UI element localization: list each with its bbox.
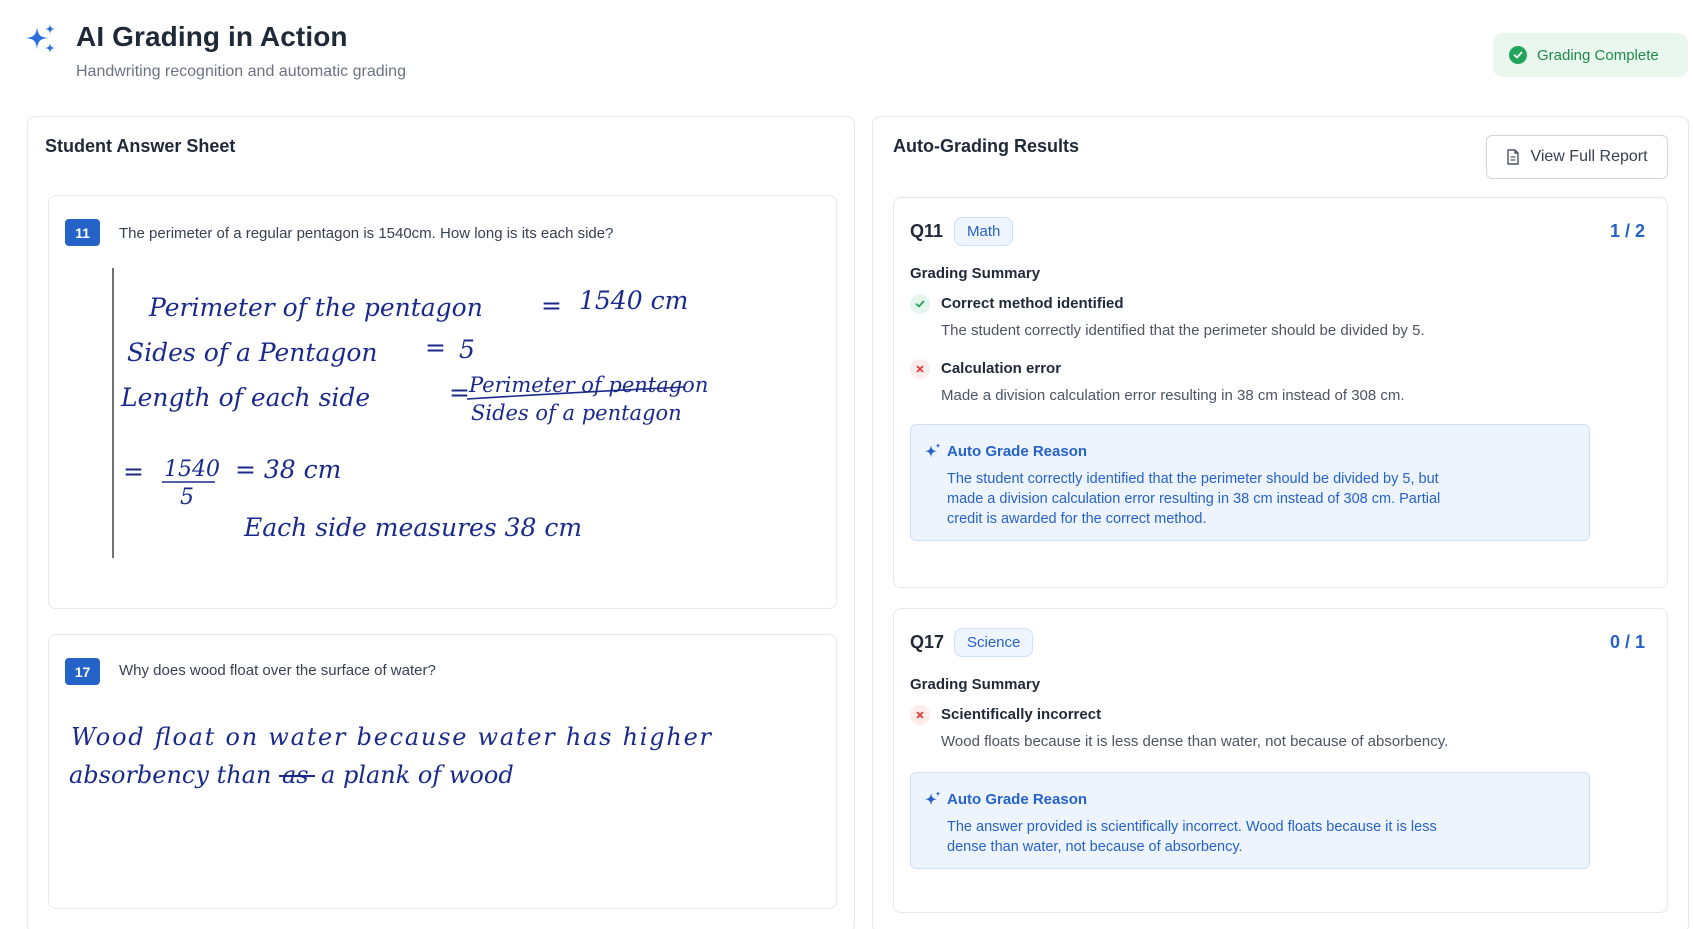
auto-grade-reason-text: The answer provided is scientifically in…: [947, 819, 1437, 855]
auto-grade-reason-box: Auto Grade Reason The student correctly …: [910, 424, 1590, 541]
answer-card-q11: 11 The perimeter of a regular pentagon i…: [48, 195, 837, 609]
hw-q17-line2-b: a plank of wood: [321, 761, 514, 789]
result-score: 0 / 1: [1609, 632, 1645, 652]
hw-line1-b: 1540 cm: [579, 286, 688, 315]
hw-line2-b: 5: [459, 335, 475, 364]
hw-calc-num: 1540: [164, 457, 220, 482]
sparkle-icon: [925, 791, 941, 806]
hw-line2-a: Sides of a Pentagon: [127, 338, 378, 367]
x-icon: [910, 705, 930, 725]
result-item-desc: The student correctly identified that th…: [941, 322, 1425, 339]
result-item-title: Correct method identified: [941, 295, 1124, 312]
hw-calc-res: = 38 cm: [235, 455, 341, 484]
result-item-desc: Wood floats because it is less dense tha…: [941, 733, 1449, 750]
result-question-id: Q11: [910, 221, 944, 241]
subject-badge: Math: [954, 217, 1014, 246]
grading-summary-label: Grading Summary: [910, 676, 1041, 693]
auto-grade-reason-title: Auto Grade Reason: [947, 791, 1088, 808]
result-card-q11: Q11 Math 1 / 2 Grading Summary Correct m…: [893, 197, 1668, 588]
page-title: AI Grading in Action: [76, 21, 348, 52]
check-icon: [910, 294, 930, 314]
view-full-report-label: View Full Report: [1530, 148, 1648, 165]
hw-q17-line1: Wood float on water because water has hi…: [71, 723, 713, 751]
result-question-id: Q17: [910, 632, 945, 652]
x-icon: [910, 359, 930, 379]
page-header: AI Grading in Action Handwriting recogni…: [0, 0, 1693, 100]
hw-line3-eq: =: [449, 378, 470, 407]
hw-frac-den: Sides of a pentagon: [471, 401, 682, 425]
status-text: Grading Complete: [1537, 46, 1659, 64]
view-full-report-button[interactable]: View Full Report: [1486, 135, 1668, 179]
student-answer-sheet-panel: Student Answer Sheet 11 The perimeter of…: [27, 116, 855, 929]
hw-line3-a: Length of each side: [120, 383, 370, 412]
check-circle-icon: [1509, 46, 1527, 64]
auto-grading-results-panel: Auto-Grading Results View Full Report Q1…: [872, 116, 1689, 929]
result-item-desc: Made a division calculation error result…: [941, 387, 1405, 404]
hw-calc-den: 5: [180, 485, 194, 510]
panel-title-results: Auto-Grading Results: [893, 136, 1080, 156]
subject-badge: Science: [954, 628, 1034, 657]
answer-card-q17: 17 Why does wood float over the surface …: [48, 634, 837, 909]
result-item-title: Scientifically incorrect: [941, 706, 1102, 723]
grading-summary-label: Grading Summary: [910, 265, 1041, 282]
hw-line2-eq: =: [425, 333, 446, 362]
page-subtitle: Handwriting recognition and automatic gr…: [76, 63, 406, 80]
auto-grade-reason-title: Auto Grade Reason: [947, 443, 1088, 460]
auto-grade-reason-text: The student correctly identified that th…: [947, 471, 1441, 527]
sparkle-icon: [26, 24, 55, 53]
hw-line1-eq: =: [541, 291, 562, 320]
handwritten-answer: Wood float on water because water has hi…: [69, 723, 713, 789]
handwritten-answer: Perimeter of the pentagon = 1540 cm Side…: [112, 268, 708, 558]
hw-q17-line2-a: absorbency than: [69, 761, 271, 789]
panel-title-answer-sheet: Student Answer Sheet: [45, 136, 236, 156]
auto-grade-reason-box: Auto Grade Reason The answer provided is…: [910, 772, 1590, 869]
hw-calc-eq: =: [123, 457, 144, 486]
result-card-q17: Q17 Science 0 / 1 Grading Summary Scient…: [893, 608, 1668, 913]
document-icon: [1507, 149, 1520, 165]
hw-line1-a: Perimeter of the pentagon: [148, 293, 483, 322]
status-badge: Grading Complete: [1493, 33, 1688, 77]
sparkle-icon: [925, 443, 941, 458]
result-score: 1 / 2: [1609, 221, 1645, 241]
result-item-title: Calculation error: [941, 360, 1062, 377]
hw-final: Each side measures 38 cm: [243, 513, 582, 542]
hw-frac-num: Perimeter of pentagon: [468, 373, 708, 397]
